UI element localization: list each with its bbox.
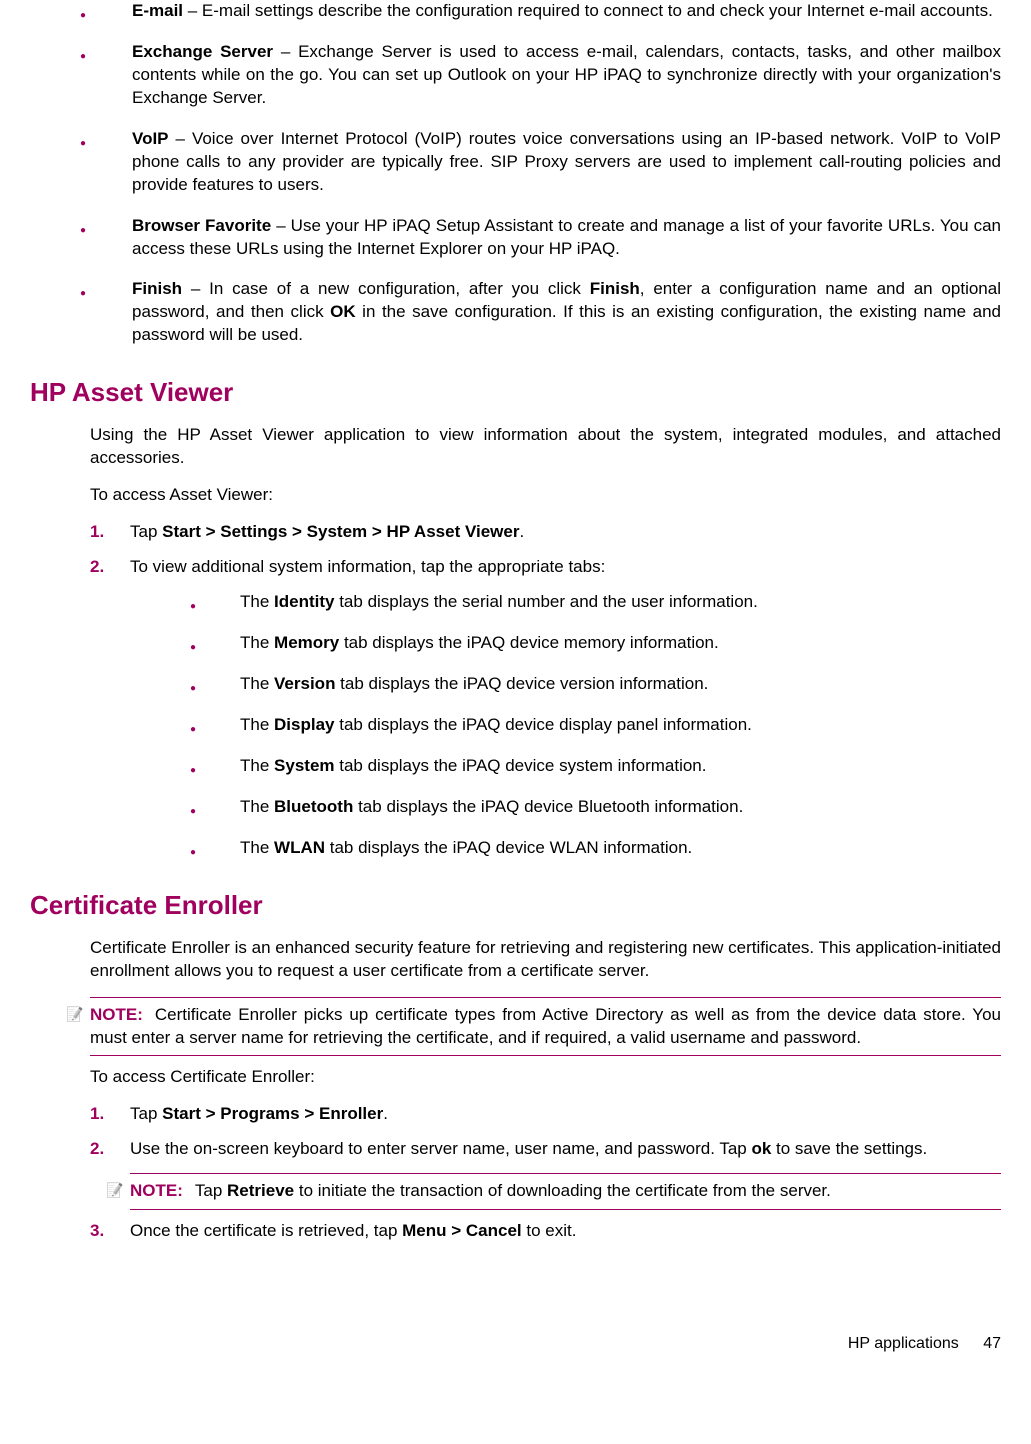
bullet-text: VoIP – Voice over Internet Protocol (VoI… bbox=[82, 128, 1001, 197]
bullet-icon bbox=[90, 632, 240, 655]
bullet-icon bbox=[90, 837, 240, 860]
step-number: 3. bbox=[90, 1220, 130, 1243]
heading-cert-enroller: Certificate Enroller bbox=[30, 888, 1001, 923]
bullet-icon bbox=[30, 0, 82, 23]
bullet-finish: Finish – In case of a new configuration,… bbox=[30, 278, 1001, 347]
step-number: 2. bbox=[90, 556, 130, 579]
tab-text: The System tab displays the iPAQ device … bbox=[240, 755, 1001, 778]
tab-text: The WLAN tab displays the iPAQ device WL… bbox=[240, 837, 1001, 860]
bullet-icon bbox=[30, 215, 82, 261]
bullet-icon bbox=[90, 714, 240, 737]
note-text: NOTE:Certificate Enroller picks up certi… bbox=[90, 1004, 1001, 1050]
footer-page-number: 47 bbox=[983, 1335, 1001, 1352]
bullet-text: Finish – In case of a new configuration,… bbox=[82, 278, 1001, 347]
cert-step-1: 1. Tap Start > Programs > Enroller. bbox=[90, 1103, 1001, 1126]
bullet-text: Exchange Server – Exchange Server is use… bbox=[82, 41, 1001, 110]
bullet-icon bbox=[90, 591, 240, 614]
tab-version: The Version tab displays the iPAQ device… bbox=[90, 673, 1001, 696]
page-footer: HP applications 47 bbox=[30, 1333, 1001, 1355]
step-text: Once the certificate is retrieved, tap M… bbox=[130, 1220, 1001, 1243]
bullet-icon bbox=[90, 673, 240, 696]
bullet-icon bbox=[30, 41, 82, 110]
tab-list: The Identity tab displays the serial num… bbox=[90, 591, 1001, 860]
asset-to-access: To access Asset Viewer: bbox=[90, 484, 1001, 507]
heading-asset-viewer: HP Asset Viewer bbox=[30, 375, 1001, 410]
cert-step-2: 2. Use the on-screen keyboard to enter s… bbox=[90, 1138, 1001, 1161]
cert-to-access: To access Certificate Enroller: bbox=[90, 1066, 1001, 1089]
note-text: NOTE:Tap Retrieve to initiate the transa… bbox=[130, 1180, 1001, 1203]
bullet-icon bbox=[30, 128, 82, 197]
note-box-2: NOTE:Tap Retrieve to initiate the transa… bbox=[130, 1173, 1001, 1210]
tab-memory: The Memory tab displays the iPAQ device … bbox=[90, 632, 1001, 655]
bullet-browser-favorite: Browser Favorite – Use your HP iPAQ Setu… bbox=[30, 215, 1001, 261]
bullet-exchange: Exchange Server – Exchange Server is use… bbox=[30, 41, 1001, 110]
step-text: To view additional system information, t… bbox=[130, 556, 1001, 579]
bullet-icon bbox=[90, 755, 240, 778]
tab-text: The Bluetooth tab displays the iPAQ devi… bbox=[240, 796, 1001, 819]
note-icon bbox=[106, 1180, 130, 1203]
feature-bullet-list: E-mail – E-mail settings describe the co… bbox=[30, 0, 1001, 347]
tab-system: The System tab displays the iPAQ device … bbox=[90, 755, 1001, 778]
note-icon bbox=[66, 1004, 90, 1050]
step-text: Use the on-screen keyboard to enter serv… bbox=[130, 1138, 1001, 1161]
note-label: NOTE: bbox=[90, 1005, 143, 1024]
tab-text: The Version tab displays the iPAQ device… bbox=[240, 673, 1001, 696]
bullet-text: Browser Favorite – Use your HP iPAQ Setu… bbox=[82, 215, 1001, 261]
tab-text: The Identity tab displays the serial num… bbox=[240, 591, 1001, 614]
asset-intro: Using the HP Asset Viewer application to… bbox=[90, 424, 1001, 470]
step-text: Tap Start > Settings > System > HP Asset… bbox=[130, 521, 1001, 544]
step-number: 2. bbox=[90, 1138, 130, 1161]
asset-step-2: 2. To view additional system information… bbox=[90, 556, 1001, 579]
bullet-icon bbox=[30, 278, 82, 347]
bullet-voip: VoIP – Voice over Internet Protocol (VoI… bbox=[30, 128, 1001, 197]
footer-section-name: HP applications bbox=[848, 1335, 959, 1352]
asset-step-1: 1. Tap Start > Settings > System > HP As… bbox=[90, 521, 1001, 544]
step-number: 1. bbox=[90, 1103, 130, 1126]
tab-identity: The Identity tab displays the serial num… bbox=[90, 591, 1001, 614]
asset-viewer-section: Using the HP Asset Viewer application to… bbox=[90, 424, 1001, 859]
step-number: 1. bbox=[90, 521, 130, 544]
bullet-icon bbox=[90, 796, 240, 819]
tab-bluetooth: The Bluetooth tab displays the iPAQ devi… bbox=[90, 796, 1001, 819]
tab-wlan: The WLAN tab displays the iPAQ device WL… bbox=[90, 837, 1001, 860]
note-label: NOTE: bbox=[130, 1181, 183, 1200]
cert-step-3: 3. Once the certificate is retrieved, ta… bbox=[90, 1220, 1001, 1243]
bullet-email: E-mail – E-mail settings describe the co… bbox=[30, 0, 1001, 23]
note-box-1: NOTE:Certificate Enroller picks up certi… bbox=[90, 997, 1001, 1057]
cert-intro: Certificate Enroller is an enhanced secu… bbox=[90, 937, 1001, 983]
cert-enroller-section: Certificate Enroller is an enhanced secu… bbox=[90, 937, 1001, 1243]
tab-text: The Display tab displays the iPAQ device… bbox=[240, 714, 1001, 737]
tab-display: The Display tab displays the iPAQ device… bbox=[90, 714, 1001, 737]
bullet-text: E-mail – E-mail settings describe the co… bbox=[82, 0, 1001, 23]
step-text: Tap Start > Programs > Enroller. bbox=[130, 1103, 1001, 1126]
tab-text: The Memory tab displays the iPAQ device … bbox=[240, 632, 1001, 655]
